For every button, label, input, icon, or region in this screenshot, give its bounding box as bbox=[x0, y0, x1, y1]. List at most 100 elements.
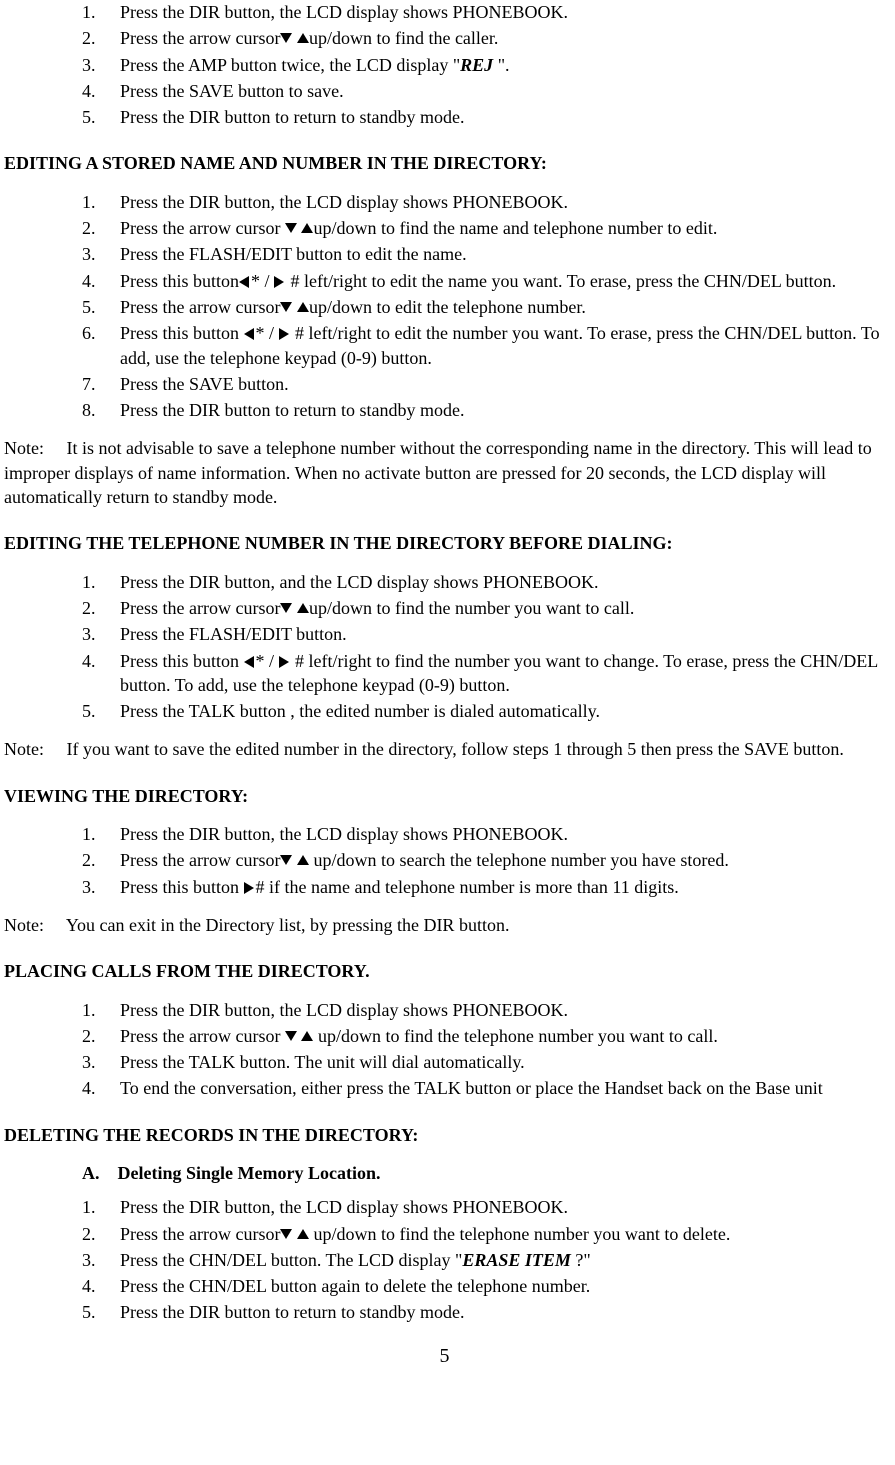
arrow-right-icon bbox=[274, 276, 286, 288]
note-viewing: Note: You can exit in the Directory list… bbox=[4, 913, 885, 937]
list-item: 1.Press the DIR button, the LCD display … bbox=[4, 822, 885, 846]
list-text: Press the DIR button to return to standb… bbox=[120, 105, 885, 129]
placing-calls-steps: 1.Press the DIR button, the LCD display … bbox=[4, 998, 885, 1101]
arrow-left-icon bbox=[239, 276, 251, 288]
list-item: 4.Press this button* / # left/right to e… bbox=[4, 269, 885, 293]
arrow-up-icon bbox=[301, 223, 313, 235]
arrow-up-icon bbox=[297, 33, 309, 45]
list-item: 2.Press the arrow cursor up/down to find… bbox=[4, 596, 885, 620]
list-item: 7.Press the SAVE button. bbox=[4, 372, 885, 396]
list-number: 3. bbox=[82, 242, 120, 266]
list-text: Press the SAVE button to save. bbox=[120, 79, 885, 103]
heading-edit-name-number: EDITING A STORED NAME AND NUMBER IN THE … bbox=[4, 151, 885, 175]
list-item: 5.Press the TALK button , the edited num… bbox=[4, 699, 885, 723]
list-item: 3.Press this button # if the name and te… bbox=[4, 875, 885, 899]
list-item: 1.Press the DIR button, the LCD display … bbox=[4, 1195, 885, 1219]
list-text: Press the TALK button , the edited numbe… bbox=[120, 699, 885, 723]
list-text: Press the CHN/DEL button again to delete… bbox=[120, 1274, 885, 1298]
list-text: Press the DIR button, the LCD display sh… bbox=[120, 0, 885, 24]
heading-deleting: DELETING THE RECORDS IN THE DIRECTORY: bbox=[4, 1123, 885, 1147]
deleting-steps: 1.Press the DIR button, the LCD display … bbox=[4, 1195, 885, 1324]
arrow-right-icon bbox=[279, 656, 291, 668]
list-item: 1.Press the DIR button, the LCD display … bbox=[4, 190, 885, 214]
page-number: 5 bbox=[4, 1343, 885, 1370]
list-text: Press the arrow cursor up/down to edit t… bbox=[120, 295, 885, 319]
list-number: 5. bbox=[82, 699, 120, 723]
list-number: 4. bbox=[82, 649, 120, 673]
list-text: Press the arrow cursor up/down to find t… bbox=[120, 1222, 885, 1246]
arrow-up-icon bbox=[297, 603, 309, 615]
list-number: 2. bbox=[82, 216, 120, 240]
list-text: Press the arrow cursor up/down to find t… bbox=[120, 596, 885, 620]
list-item: 3.Press the TALK button. The unit will d… bbox=[4, 1050, 885, 1074]
list-number: 1. bbox=[82, 190, 120, 214]
list-number: 4. bbox=[82, 79, 120, 103]
list-item: 2.Press the arrow cursor up/down to find… bbox=[4, 26, 885, 50]
list-text: Press the DIR button, the LCD display sh… bbox=[120, 822, 885, 846]
list-item: 3.Press the FLASH/EDIT button to edit th… bbox=[4, 242, 885, 266]
list-number: 1. bbox=[82, 0, 120, 24]
list-number: 4. bbox=[82, 1076, 120, 1100]
arrow-left-icon bbox=[244, 656, 256, 668]
list-number: 4. bbox=[82, 269, 120, 293]
list-text: Press the FLASH/EDIT button to edit the … bbox=[120, 242, 885, 266]
list-text: Press the DIR button to return to standb… bbox=[120, 1300, 885, 1324]
note-edit-before-dial: Note: If you want to save the edited num… bbox=[4, 737, 885, 761]
list-number: 2. bbox=[82, 596, 120, 620]
list-text: Press the DIR button, the LCD display sh… bbox=[120, 998, 885, 1022]
list-item: 1.Press the DIR button, the LCD display … bbox=[4, 0, 885, 24]
list-item: 4.Press the SAVE button to save. bbox=[4, 79, 885, 103]
list-number: 2. bbox=[82, 1222, 120, 1246]
list-number: 3. bbox=[82, 622, 120, 646]
list-number: 1. bbox=[82, 570, 120, 594]
list-text: Press the arrow cursor up/down to find t… bbox=[120, 26, 885, 50]
list-item: 1.Press the DIR button, the LCD display … bbox=[4, 998, 885, 1022]
viewing-steps: 1.Press the DIR button, the LCD display … bbox=[4, 822, 885, 899]
list-text: Press the DIR button, and the LCD displa… bbox=[120, 570, 885, 594]
list-number: 3. bbox=[82, 1050, 120, 1074]
list-number: 2. bbox=[82, 26, 120, 50]
list-item: 3.Press the FLASH/EDIT button. bbox=[4, 622, 885, 646]
list-item: 5.Press the DIR button to return to stan… bbox=[4, 1300, 885, 1324]
heading-viewing: VIEWING THE DIRECTORY: bbox=[4, 784, 885, 808]
list-number: 6. bbox=[82, 321, 120, 345]
arrow-down-icon bbox=[280, 855, 292, 867]
note-edit-name: Note: It is not advisable to save a tele… bbox=[4, 436, 885, 509]
list-number: 3. bbox=[82, 53, 120, 77]
edit-name-number-steps: 1.Press the DIR button, the LCD display … bbox=[4, 190, 885, 423]
list-text: Press the SAVE button. bbox=[120, 372, 885, 396]
list-number: 1. bbox=[82, 822, 120, 846]
list-text: To end the conversation, either press th… bbox=[120, 1076, 885, 1100]
list-number: 2. bbox=[82, 1024, 120, 1048]
subheading-delete-single: A. Deleting Single Memory Location. bbox=[4, 1161, 885, 1185]
arrow-down-icon bbox=[285, 1031, 297, 1043]
heading-placing-calls: PLACING CALLS FROM THE DIRECTORY. bbox=[4, 959, 885, 983]
list-text: Press the arrow cursor up/down to search… bbox=[120, 848, 885, 872]
list-text: Press this button * / # left/right to fi… bbox=[120, 649, 885, 698]
list-text: Press the DIR button, the LCD display sh… bbox=[120, 190, 885, 214]
list-text: Press the CHN/DEL button. The LCD displa… bbox=[120, 1248, 885, 1272]
list-item: 8.Press the DIR button to return to stan… bbox=[4, 398, 885, 422]
list-item: 2.Press the arrow cursor up/down to find… bbox=[4, 1222, 885, 1246]
list-text: Press the TALK button. The unit will dia… bbox=[120, 1050, 885, 1074]
list-item: 2.Press the arrow cursor up/down to find… bbox=[4, 1024, 885, 1048]
list-item: 2.Press the arrow cursor up/down to sear… bbox=[4, 848, 885, 872]
list-text: Press the DIR button to return to standb… bbox=[120, 398, 885, 422]
list-number: 1. bbox=[82, 1195, 120, 1219]
list-number: 8. bbox=[82, 398, 120, 422]
arrow-down-icon bbox=[280, 1229, 292, 1241]
arrow-right-icon bbox=[279, 328, 291, 340]
edit-before-dial-steps: 1.Press the DIR button, and the LCD disp… bbox=[4, 570, 885, 724]
list-number: 4. bbox=[82, 1274, 120, 1298]
list-item: 5.Press the DIR button to return to stan… bbox=[4, 105, 885, 129]
list-text: Press this button * / # left/right to ed… bbox=[120, 321, 885, 370]
list-number: 5. bbox=[82, 1300, 120, 1324]
arrow-down-icon bbox=[280, 603, 292, 615]
list-number: 7. bbox=[82, 372, 120, 396]
list-item: 3.Press the AMP button twice, the LCD di… bbox=[4, 53, 885, 77]
arrow-down-icon bbox=[280, 302, 292, 314]
arrow-left-icon bbox=[244, 328, 256, 340]
heading-edit-before-dial: EDITING THE TELEPHONE NUMBER IN THE DIRE… bbox=[4, 531, 885, 555]
list-item: 5.Press the arrow cursor up/down to edit… bbox=[4, 295, 885, 319]
list-text: Press the DIR button, the LCD display sh… bbox=[120, 1195, 885, 1219]
